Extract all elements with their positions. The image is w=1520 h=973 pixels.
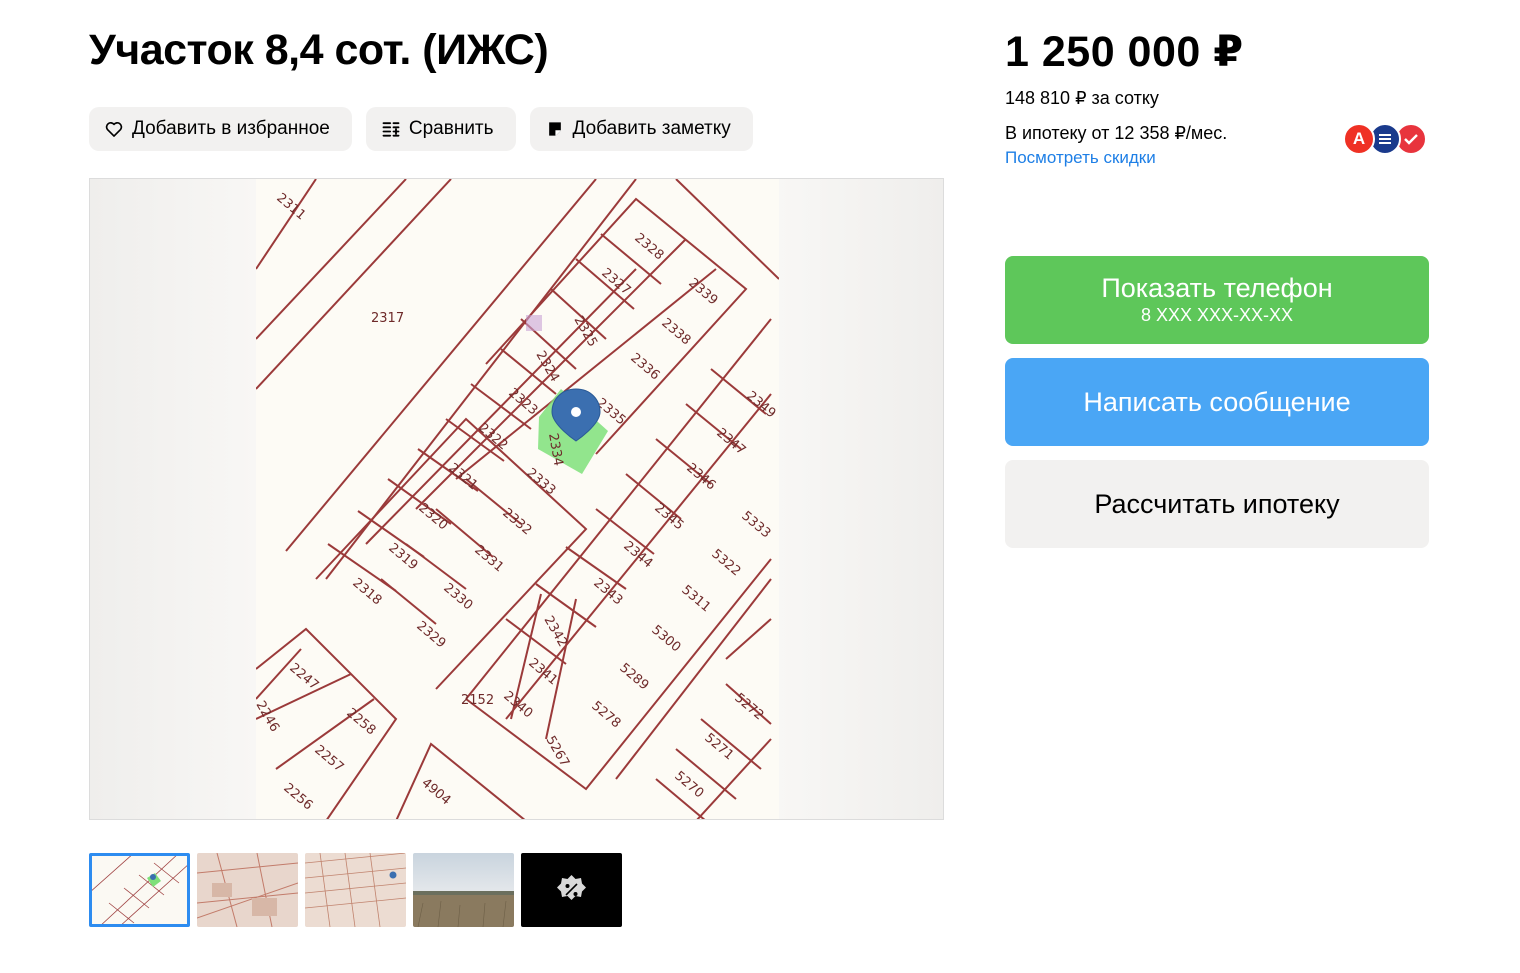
plot-label: 2328 xyxy=(631,231,666,264)
plot-label: 5322 xyxy=(708,547,743,580)
plot-label: 5333 xyxy=(738,509,773,542)
thumb-area-map[interactable] xyxy=(305,853,406,927)
add-to-favorites-label: Добавить в избранное xyxy=(132,118,330,139)
plot-label: 2332 xyxy=(499,506,534,539)
plot-label: 2256 xyxy=(280,781,315,814)
plot-label: 2336 xyxy=(627,351,662,384)
mortgage-monthly: В ипотеку от 12 358 ₽/мес. xyxy=(1005,123,1228,143)
add-note-button[interactable]: Добавить заметку xyxy=(529,107,753,151)
thumb-plan[interactable] xyxy=(89,853,190,927)
add-to-favorites-button[interactable]: Добавить в избранное xyxy=(89,107,352,151)
plot-label: 2246 xyxy=(256,699,282,735)
plot-label: 2329 xyxy=(413,619,448,652)
photo-gallery[interactable]: 2311 2317 2328 2327 2339 2325 2338 2324 2336 2323… xyxy=(89,178,944,820)
plot-label: 2311 xyxy=(273,191,308,224)
thumb-field-photo[interactable] xyxy=(413,853,514,927)
plot-label: 2341 xyxy=(525,656,560,689)
plot-label: 2338 xyxy=(658,316,693,349)
thumbnail-strip xyxy=(89,853,622,927)
price: 1 250 000 ₽ xyxy=(1005,28,1244,76)
gallery-blur-right xyxy=(778,179,943,819)
view-discounts-link[interactable]: Посмотреть скидки xyxy=(1005,148,1156,168)
note-icon xyxy=(548,122,561,136)
plot-label: 2331 xyxy=(471,543,506,576)
calculate-mortgage-button[interactable]: Рассчитать ипотеку xyxy=(1005,460,1429,548)
listing-title: Участок 8,4 сот. (ИЖС) xyxy=(89,26,549,74)
plot-label: 2349 xyxy=(743,389,778,422)
phone-masked: 8 XXX XXX-XX-XX xyxy=(1140,305,1294,325)
plot-label: 2342 xyxy=(541,614,571,650)
plot-label: 2152 xyxy=(461,693,494,708)
gallery-blur-left xyxy=(90,179,256,819)
plot-label: 2257 xyxy=(311,743,346,776)
show-phone-button[interactable]: Показать телефон 8 XXX XXX-XX-XX xyxy=(1005,256,1429,344)
plot-label: 5300 xyxy=(648,623,683,656)
alfa-bank-icon: А xyxy=(1343,123,1375,155)
compare-icon xyxy=(382,122,400,137)
thumb-cadastral-map[interactable] xyxy=(197,853,298,927)
plot-label: 2319 xyxy=(385,541,420,574)
plot-label: 4904 xyxy=(418,776,453,809)
show-phone-label: Показать телефон xyxy=(1101,273,1333,303)
plot-label: 5267 xyxy=(543,734,573,770)
plot-label: 2320 xyxy=(415,501,450,534)
plot-label: 5272 xyxy=(731,691,766,724)
listing-actions: Добавить в избранное Сравнить Добавить з… xyxy=(89,107,753,151)
cadastral-plan: 2311231723282327 23392325 23382324 23362323… xyxy=(256,179,779,819)
price-per-sotka: 148 810 ₽ за сотку xyxy=(1005,88,1159,108)
plot-label: 5271 xyxy=(701,731,736,764)
compare-label: Сравнить xyxy=(408,118,494,139)
plot-map-image: 2311 2317 2328 2327 2339 2325 2338 2324 2336 2323… xyxy=(256,179,779,819)
plot-label: 2333 xyxy=(523,466,558,499)
plot-label: 2317 xyxy=(371,311,404,326)
plot-label: 2247 xyxy=(286,661,321,694)
plot-label: 5278 xyxy=(588,699,623,732)
add-note-label: Добавить заметку xyxy=(572,118,731,139)
partner-banks: А xyxy=(1343,123,1429,157)
plot-label: 2347 xyxy=(713,426,748,459)
plot-label: 5311 xyxy=(678,583,713,616)
plot-label: 5289 xyxy=(616,661,651,694)
plot-label: 2330 xyxy=(440,581,475,614)
write-message-button[interactable]: Написать сообщение xyxy=(1005,358,1429,446)
heart-icon xyxy=(105,122,123,137)
plot-label: 2258 xyxy=(343,706,378,739)
thumb-discount-badge[interactable] xyxy=(521,853,622,927)
compare-button[interactable]: Сравнить xyxy=(365,107,516,151)
